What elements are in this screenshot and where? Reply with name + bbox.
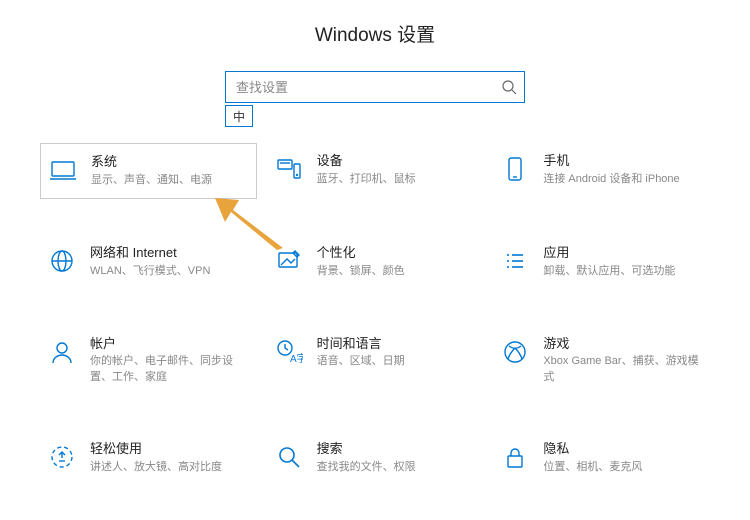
tile-desc: 语音、区域、日期 — [317, 354, 405, 369]
time-language-icon: A字 — [275, 338, 303, 366]
tile-desc: 连接 Android 设备和 iPhone — [543, 172, 679, 187]
tile-desc: 你的帐户、电子邮件、同步设置、工作、家庭 — [90, 354, 249, 385]
tile-desc: Xbox Game Bar、捕获、游戏模式 — [543, 354, 702, 385]
tile-desc: 蓝牙、打印机、鼠标 — [317, 172, 416, 187]
tile-title: 手机 — [543, 153, 679, 170]
tile-gaming[interactable]: 游戏 Xbox Game Bar、捕获、游戏模式 — [493, 326, 710, 396]
devices-icon — [275, 155, 303, 183]
tile-desc: 查找我的文件、权限 — [317, 460, 416, 475]
svg-text:A字: A字 — [290, 352, 303, 365]
tile-title: 系统 — [91, 154, 212, 171]
tile-desc: 卸载、默认应用、可选功能 — [543, 264, 675, 279]
xbox-icon — [501, 338, 529, 366]
tile-phone[interactable]: 手机 连接 Android 设备和 iPhone — [493, 143, 710, 199]
tile-devices[interactable]: 设备 蓝牙、打印机、鼠标 — [267, 143, 484, 199]
search-tile-icon — [275, 443, 303, 471]
tile-desc: 位置、相机、麦克风 — [543, 460, 642, 475]
paint-icon — [275, 247, 303, 275]
search-icon — [501, 79, 517, 95]
search-input[interactable] — [225, 71, 525, 103]
tile-network[interactable]: 网络和 Internet WLAN、飞行模式、VPN — [40, 235, 257, 289]
tile-title: 网络和 Internet — [90, 245, 210, 262]
search-container: 中 — [225, 71, 525, 103]
page-title: Windows 设置 — [0, 20, 750, 47]
tile-search[interactable]: 搜索 查找我的文件、权限 — [267, 431, 484, 485]
apps-icon — [501, 247, 529, 275]
tile-title: 轻松使用 — [90, 441, 222, 458]
tile-personalization[interactable]: 个性化 背景、锁屏、颜色 — [267, 235, 484, 289]
person-icon — [48, 338, 76, 366]
ease-of-access-icon — [48, 443, 76, 471]
tile-title: 帐户 — [90, 336, 249, 353]
tile-title: 设备 — [317, 153, 416, 170]
system-icon — [49, 156, 77, 184]
tile-ease[interactable]: 轻松使用 讲述人、放大镜、高对比度 — [40, 431, 257, 485]
globe-icon — [48, 247, 76, 275]
tile-system[interactable]: 系统 显示、声音、通知、电源 — [40, 143, 257, 199]
tile-desc: WLAN、飞行模式、VPN — [90, 264, 210, 279]
tile-apps[interactable]: 应用 卸载、默认应用、可选功能 — [493, 235, 710, 289]
tile-accounts[interactable]: 帐户 你的帐户、电子邮件、同步设置、工作、家庭 — [40, 326, 257, 396]
settings-grid: 系统 显示、声音、通知、电源 设备 蓝牙、打印机、鼠标 手机 连接 Androi… — [0, 103, 750, 486]
tile-title: 游戏 — [543, 336, 702, 353]
lock-icon — [501, 443, 529, 471]
tile-desc: 显示、声音、通知、电源 — [91, 173, 212, 188]
phone-icon — [501, 155, 529, 183]
tile-desc: 讲述人、放大镜、高对比度 — [90, 460, 222, 475]
tile-time[interactable]: A字 时间和语言 语音、区域、日期 — [267, 326, 484, 396]
tile-title: 应用 — [543, 245, 675, 262]
tile-title: 隐私 — [543, 441, 642, 458]
tile-desc: 背景、锁屏、颜色 — [317, 264, 405, 279]
tile-title: 个性化 — [317, 245, 405, 262]
tile-title: 搜索 — [317, 441, 416, 458]
ime-badge: 中 — [225, 105, 253, 127]
tile-title: 时间和语言 — [317, 336, 405, 353]
tile-privacy[interactable]: 隐私 位置、相机、麦克风 — [493, 431, 710, 485]
